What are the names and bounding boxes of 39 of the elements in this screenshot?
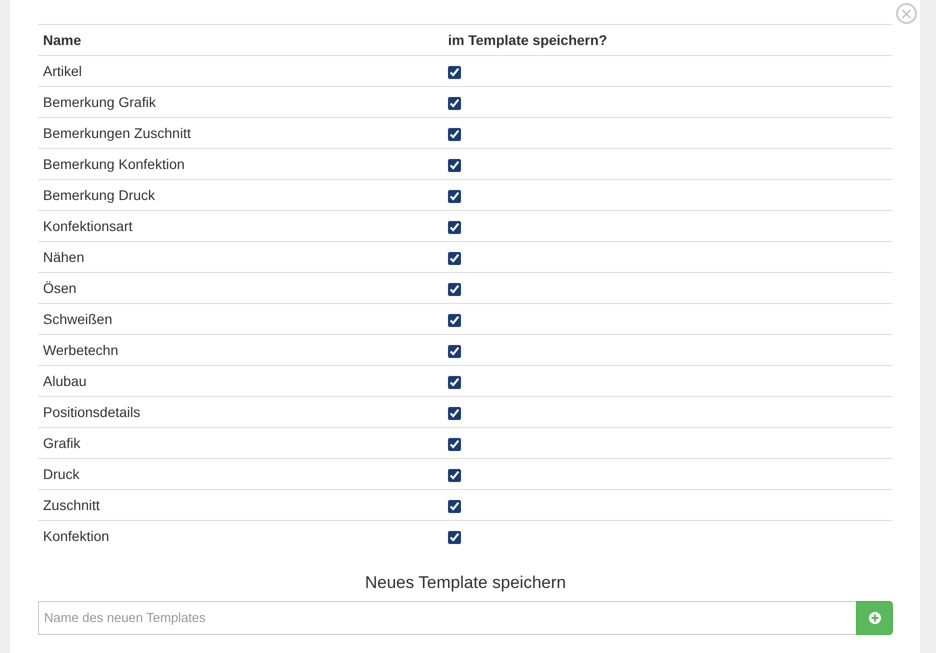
close-button[interactable]: ×: [896, 3, 917, 24]
table-cell: Nähen: [38, 242, 443, 272]
table-cell: Positionsdetails: [38, 396, 443, 428]
add-button[interactable]: [856, 600, 893, 634]
checkbox[interactable]: [448, 252, 461, 265]
checkbox[interactable]: [448, 344, 461, 358]
checkbox[interactable]: [448, 190, 461, 203]
checkbox[interactable]: [448, 468, 461, 482]
checkbox[interactable]: [448, 438, 461, 451]
checkbox[interactable]: [448, 66, 461, 79]
table-cell: Werbetechn: [38, 334, 443, 366]
table-cell: Bemerkung Druck: [38, 180, 443, 210]
table-cell: Konfektionsart: [38, 210, 443, 242]
table-cell: Bemerkungen Zuschnitt: [38, 118, 443, 148]
table-cell: Ösen: [38, 272, 443, 304]
plus-circle-icon: [868, 612, 880, 624]
table-cell: Konfektion: [38, 520, 443, 552]
checkbox[interactable]: [448, 406, 461, 420]
checkbox[interactable]: [448, 128, 461, 141]
checkbox[interactable]: [448, 282, 461, 296]
checkbox[interactable]: [448, 220, 461, 234]
checkbox[interactable]: [448, 531, 461, 544]
section-title: Neues Template speichern: [364, 572, 567, 592]
table-cell: Alubau: [38, 366, 443, 396]
column-header: Name: [38, 24, 443, 56]
table-cell: Zuschnitt: [38, 490, 443, 520]
column-header: im Template speichern?: [443, 24, 893, 56]
checkbox[interactable]: [448, 314, 461, 327]
checkbox[interactable]: [448, 96, 461, 110]
table-cell: Grafik: [38, 428, 443, 458]
input-field[interactable]: Name des neuen Templates: [38, 600, 856, 634]
checkbox[interactable]: [448, 500, 461, 513]
checkbox[interactable]: [448, 376, 461, 389]
table-cell: Druck: [38, 458, 443, 490]
table-cell: Bemerkung Konfektion: [38, 148, 443, 180]
table-cell: Artikel: [38, 56, 443, 86]
table-cell: Schweißen: [38, 304, 443, 334]
table-cell: Bemerkung Grafik: [38, 86, 443, 118]
checkbox[interactable]: [448, 158, 461, 172]
